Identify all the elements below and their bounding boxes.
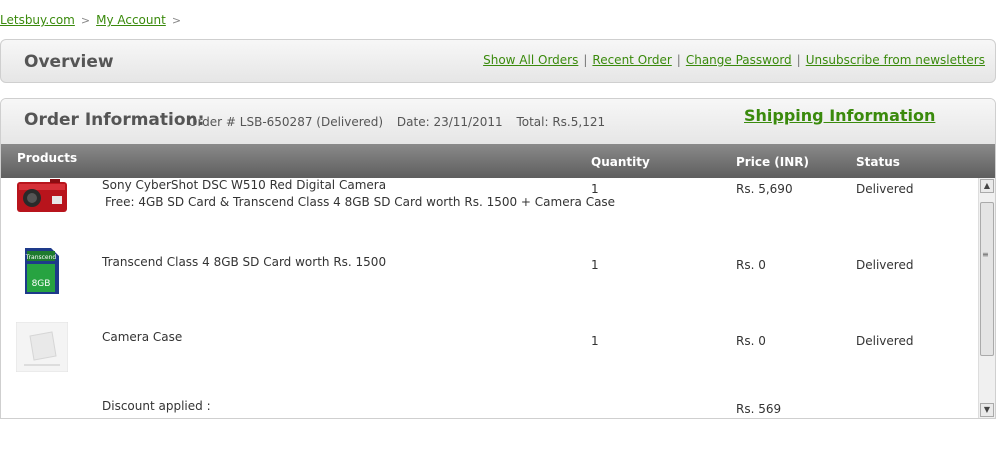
order-meta: Order # LSB-650287 (Delivered) Date: 23/… <box>188 115 615 129</box>
shipping-information-link[interactable]: Shipping Information <box>744 106 935 125</box>
breadcrumb: Letsbuy.com > My Account > <box>0 13 187 27</box>
column-products: Products <box>17 151 78 165</box>
breadcrumb-home-link[interactable]: Letsbuy.com <box>0 13 75 27</box>
item-name: Sony CyberShot DSC W510 Red Digital Came… <box>102 178 387 192</box>
vertical-scrollbar[interactable]: ▲ ≡ ▼ <box>978 178 995 418</box>
item-status: Delivered <box>856 258 914 272</box>
link-separator: | <box>583 53 588 67</box>
link-separator: | <box>676 53 681 67</box>
discount-label: Discount applied : <box>102 399 211 413</box>
recent-order-link[interactable]: Recent Order <box>592 53 671 67</box>
account-links: Show All Orders | Recent Order | Change Pass… <box>483 53 985 67</box>
scroll-up-arrow-icon[interactable]: ▲ <box>980 179 994 193</box>
scrollbar-thumb[interactable] <box>980 202 994 356</box>
order-date: Date: 23/11/2011 <box>396 115 503 129</box>
overview-title: Overview <box>24 52 114 72</box>
unsubscribe-link[interactable]: Unsubscribe from newsletters <box>806 53 985 67</box>
column-status: Status <box>856 155 900 169</box>
camera-case-icon[interactable] <box>15 321 69 373</box>
red-camera-icon[interactable] <box>16 178 68 228</box>
item-price: Rs. 0 <box>736 258 766 272</box>
item-price: Rs. 5,690 <box>736 182 793 196</box>
link-separator: | <box>796 53 801 67</box>
breadcrumb-separator: > <box>80 14 91 27</box>
show-all-orders-link[interactable]: Show All Orders <box>483 53 578 67</box>
column-price: Price (INR) <box>736 155 809 169</box>
item-quantity: 1 <box>591 334 599 348</box>
item-name: Transcend Class 4 8GB SD Card worth Rs. … <box>102 255 387 269</box>
order-title: Order Information: <box>24 110 205 130</box>
overview-panel: Overview Show All Orders | Recent Order | Ch… <box>0 39 996 83</box>
sd-card-icon[interactable]: Transcend 8GB <box>23 246 61 296</box>
change-password-link[interactable]: Change Password <box>686 53 792 67</box>
item-quantity: 1 <box>591 258 599 272</box>
card-capacity-text: 8GB <box>32 279 51 289</box>
scroll-down-arrow-icon[interactable]: ▼ <box>980 403 994 417</box>
card-brand-text: Transcend <box>25 254 57 261</box>
order-header: Order Information: Order # LSB-650287 (D… <box>1 99 995 144</box>
item-price: Rs. 0 <box>736 334 766 348</box>
discount-amount: Rs. 569 <box>736 402 782 416</box>
column-quantity: Quantity <box>591 155 650 169</box>
breadcrumb-account-link[interactable]: My Account <box>96 13 166 27</box>
table-header: Products Quantity Price (INR) Status <box>1 144 995 178</box>
item-status: Delivered <box>856 334 914 348</box>
item-quantity: 1 <box>591 182 599 196</box>
order-number: Order # LSB-650287 (Delivered) <box>188 115 384 129</box>
breadcrumb-separator: > <box>171 14 182 27</box>
scrollbar-grip-icon: ≡ <box>982 250 989 259</box>
order-information-panel: Order Information: Order # LSB-650287 (D… <box>0 98 996 419</box>
item-name: Camera Case <box>102 330 183 344</box>
order-total: Total: Rs.5,121 <box>516 115 606 129</box>
order-items-list: Sony CyberShot DSC W510 Red Digital Came… <box>1 178 982 418</box>
item-status: Delivered <box>856 182 914 196</box>
item-free-offer: Free: 4GB SD Card & Transcend Class 4 8G… <box>105 195 616 209</box>
